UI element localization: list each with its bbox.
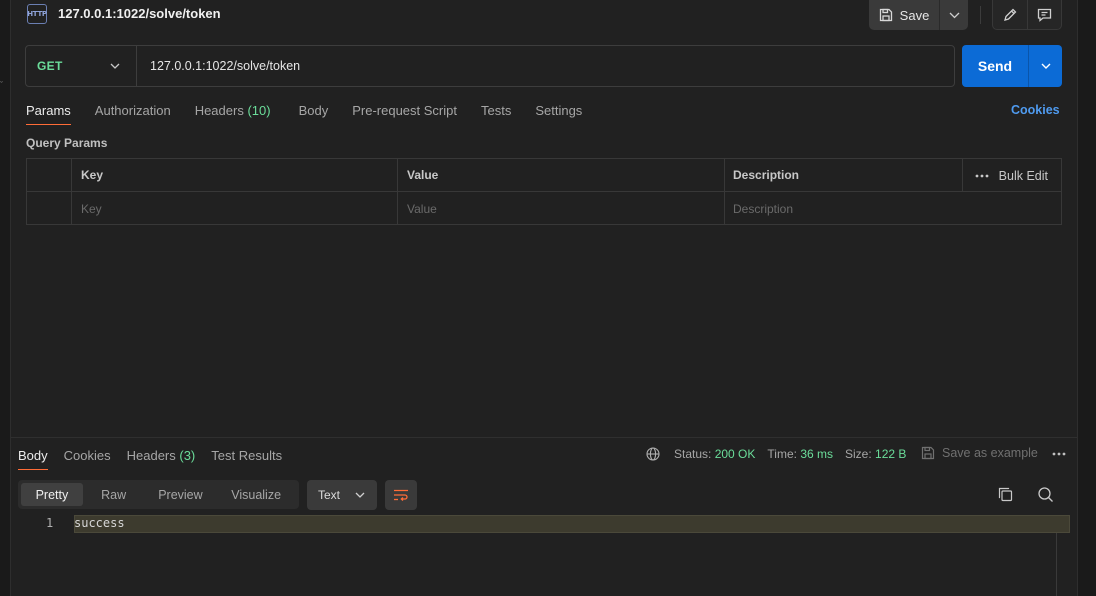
format-select[interactable]: Text — [307, 480, 377, 510]
method-label: GET — [37, 59, 63, 73]
highlighted-line — [74, 515, 1070, 533]
status-value[interactable]: 200 OK — [715, 447, 756, 461]
response-tab-test-results[interactable]: Test Results — [211, 444, 282, 470]
right-sidebar-edge — [1077, 0, 1096, 596]
scrollbar[interactable] — [1056, 533, 1057, 596]
tab-tests[interactable]: Tests — [481, 99, 511, 125]
query-params-title: Query Params — [26, 136, 108, 150]
description-input[interactable]: Description — [724, 192, 1061, 225]
pencil-icon — [1004, 8, 1017, 21]
copy-icon — [998, 487, 1013, 502]
query-params-table: Key Value Description Bulk Edit Key Valu… — [26, 158, 1062, 225]
url-bar: GET — [25, 45, 955, 87]
table-divider — [962, 159, 963, 192]
time-value[interactable]: 36 ms — [800, 447, 833, 461]
table-divider — [397, 159, 398, 224]
toolbar-divider — [980, 6, 981, 24]
value-column-header: Value — [407, 168, 439, 182]
response-tabs: Body Cookies Headers (3) Test Results — [18, 444, 282, 470]
key-input[interactable]: Key — [72, 192, 398, 225]
table-header-row: Key Value Description Bulk Edit — [27, 159, 1061, 192]
save-button-label: Save — [899, 7, 930, 23]
save-as-example-label: Save as example — [942, 446, 1038, 460]
request-tabs: Params Authorization Headers (10) Body P… — [26, 99, 582, 125]
time-label: Time: — [767, 447, 797, 461]
more-options-icon[interactable] — [975, 174, 989, 178]
tab-authorization[interactable]: Authorization — [95, 99, 171, 125]
response-more-options[interactable] — [1052, 446, 1066, 465]
floppy-disk-icon — [879, 8, 892, 22]
tab-params[interactable]: Params — [26, 99, 71, 125]
copy-button[interactable] — [997, 486, 1014, 506]
chevron-down-icon — [110, 63, 120, 69]
status-label: Status: — [674, 447, 712, 461]
save-button-group: Save — [869, 0, 968, 30]
comment-icon — [1037, 8, 1052, 22]
view-visualize-button[interactable]: Visualize — [216, 483, 296, 506]
floppy-disk-icon — [921, 446, 935, 460]
chevron-down-icon — [1041, 63, 1050, 69]
view-pretty-button[interactable]: Pretty — [21, 483, 83, 506]
edit-button[interactable] — [993, 0, 1027, 29]
more-options-icon — [1052, 452, 1066, 456]
send-options-button[interactable] — [1028, 45, 1062, 87]
tab-body[interactable]: Body — [299, 99, 329, 125]
wrap-lines-button[interactable] — [385, 480, 417, 510]
chevron-down-icon — [949, 12, 959, 18]
bulk-edit-button[interactable]: Bulk Edit — [999, 169, 1048, 183]
globe-icon[interactable] — [646, 447, 660, 461]
response-tab-cookies[interactable]: Cookies — [64, 444, 111, 470]
size-label: Size: — [845, 447, 872, 461]
description-column-header: Description — [733, 168, 800, 182]
key-column-header: Key — [81, 168, 104, 182]
edit-comment-group — [992, 0, 1062, 30]
cookies-link[interactable]: Cookies — [1011, 103, 1060, 117]
response-tab-headers[interactable]: Headers (3) — [127, 444, 196, 470]
view-mode-group: Pretty Raw Preview Visualize — [18, 480, 299, 509]
chevron-down-icon — [355, 492, 365, 498]
save-as-example-button[interactable]: Save as example — [921, 446, 1038, 460]
collapsed-sidebar-marker: ˇ — [0, 80, 3, 90]
pane-resize-handle[interactable] — [11, 437, 1077, 438]
table-divider — [724, 159, 725, 224]
method-select[interactable]: GET — [26, 46, 137, 86]
comments-button[interactable] — [1026, 0, 1061, 29]
size-value[interactable]: 122 B — [875, 447, 906, 461]
send-button-group: Send — [962, 45, 1062, 87]
format-label: Text — [318, 488, 341, 502]
value-input[interactable]: Value — [398, 192, 724, 225]
table-row: Key Value Description — [27, 192, 1061, 225]
response-meta: Status: 200 OK Time: 36 ms Size: 122 B — [646, 447, 906, 461]
table-divider — [71, 159, 72, 224]
response-headers-count: (3) — [179, 448, 196, 463]
http-request-icon: HTTP — [27, 4, 47, 24]
line-number: 1 — [46, 516, 54, 530]
search-button[interactable] — [1037, 486, 1054, 506]
save-button[interactable]: Save — [869, 0, 939, 30]
tab-headers[interactable]: Headers (10) — [195, 99, 271, 125]
search-icon — [1038, 487, 1053, 502]
bulk-edit-area: Bulk Edit — [975, 159, 1048, 192]
tab-settings[interactable]: Settings — [535, 99, 582, 125]
tab-pre-request-script[interactable]: Pre-request Script — [352, 99, 457, 125]
request-title: 127.0.0.1:1022/solve/token — [58, 6, 221, 21]
wrap-lines-icon — [394, 489, 408, 501]
save-options-button[interactable] — [939, 0, 968, 30]
view-raw-button[interactable]: Raw — [83, 483, 145, 506]
view-preview-button[interactable]: Preview — [145, 483, 217, 506]
url-input[interactable] — [137, 59, 954, 73]
send-button[interactable]: Send — [962, 45, 1028, 87]
response-tab-body[interactable]: Body — [18, 444, 48, 470]
headers-count: (10) — [247, 103, 271, 118]
response-body-text[interactable]: success — [74, 516, 125, 530]
